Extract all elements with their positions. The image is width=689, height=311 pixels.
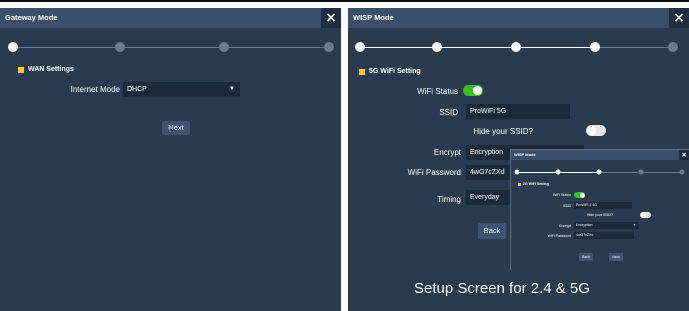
gateway-mode-panel: Gateway Mode × WAN Settings Internet Mod… [0, 8, 341, 311]
next-button[interactable]: Next [162, 121, 190, 135]
step-2-dot [432, 42, 442, 52]
progress-track-done [360, 47, 598, 48]
inset-title: WISP Mode [514, 152, 536, 157]
section-heading: 5G WiFi Setting [359, 68, 421, 75]
inset-ssid-input[interactable]: ProWiFi 2.4G [574, 202, 632, 209]
hide-ssid-toggle[interactable] [586, 125, 606, 136]
inset-title-bar: WISP Mode × [511, 150, 689, 160]
toggle-knob [587, 126, 596, 135]
inset-encrypt-select[interactable]: Encryption ▼ [574, 222, 639, 229]
dropdown-caret-icon: ▼ [229, 86, 235, 92]
inset-close-button[interactable]: × [679, 150, 689, 160]
timing-select[interactable]: Everyday [466, 190, 512, 205]
section-heading: WAN Settings [18, 66, 74, 73]
step-5-dot [668, 42, 678, 52]
inset-hide-ssid-label: Hide your SSID? [586, 213, 613, 217]
caption: Setup Screen for 2.4 & 5G [414, 280, 590, 297]
inset-wifi-password-label: WiFi Password [547, 234, 571, 238]
step-1-dot [355, 42, 365, 52]
section-marker-icon [18, 66, 24, 73]
inset-step-3-dot [596, 169, 602, 175]
ssid-label: SSID [439, 108, 458, 117]
step-3-dot [511, 42, 521, 52]
inset-ssid-label: SSID [562, 204, 571, 208]
timing-label: Timing [437, 195, 461, 204]
step-4-dot [324, 42, 334, 52]
inset-back-button[interactable]: Back [579, 253, 593, 261]
wifi-status-label: WiFi Status [417, 87, 458, 96]
back-button[interactable]: Back [478, 223, 506, 239]
inset-encrypt-label: Encrypt [559, 224, 571, 228]
toggle-knob [640, 212, 646, 218]
toggle-knob [579, 192, 585, 198]
top-rule [0, 0, 689, 2]
wisp-title-bar: WISP Mode × [348, 8, 689, 28]
inset-next-button[interactable]: Next [609, 253, 623, 261]
inset-section-marker-icon [518, 182, 521, 186]
progress-track [13, 47, 329, 48]
wifi-password-label: WiFi Password [407, 168, 461, 177]
inset-hide-ssid-toggle[interactable] [640, 212, 651, 218]
inset-dropdown-caret-icon: ▼ [633, 223, 636, 227]
inset-step-1-dot [514, 169, 520, 175]
wifi-password-input[interactable]: 4wG7cZXd [466, 165, 512, 180]
step-4-dot [590, 42, 600, 52]
inset-section-heading: 2G WiFi Setting [518, 182, 549, 186]
section-marker-icon [359, 68, 365, 75]
internet-mode-label: Internet Mode [70, 85, 120, 94]
internet-mode-select[interactable]: DHCP ▼ [123, 82, 240, 97]
wifi-status-toggle[interactable] [463, 85, 483, 96]
encrypt-label: Encrypt [433, 148, 461, 157]
ssid-input[interactable]: ProWiFi 5G [466, 104, 570, 119]
inset-wifi-status-toggle[interactable] [574, 192, 585, 198]
close-button[interactable]: × [669, 8, 689, 28]
inset-wisp-panel: WISP Mode × 2G WiFi Setting WiFi Status … [510, 149, 689, 270]
inset-wifi-status-label: WiFi Status [553, 193, 571, 197]
hide-ssid-label: Hide your SSID? [473, 127, 533, 136]
inset-step-2-dot [555, 169, 561, 175]
inset-step-5-dot [679, 169, 685, 175]
inset-step-4-dot [638, 169, 644, 175]
gateway-title-bar: Gateway Mode × [0, 8, 341, 28]
inset-wifi-password-input[interactable]: 4wG7cZXd [574, 232, 634, 239]
close-button[interactable]: × [321, 8, 341, 28]
panel-title: Gateway Mode [5, 13, 58, 22]
toggle-knob [473, 86, 482, 95]
step-3-dot [219, 42, 229, 52]
step-1-dot [8, 42, 18, 52]
panel-title: WISP Mode [353, 13, 394, 22]
step-2-dot [115, 42, 125, 52]
